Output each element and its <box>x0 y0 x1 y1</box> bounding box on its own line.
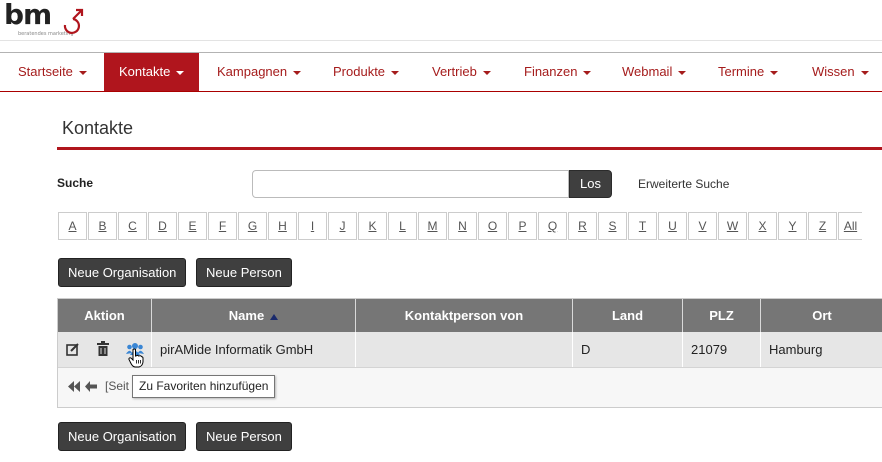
col-header-label: Name <box>228 308 265 323</box>
letter-filter-e[interactable]: E <box>178 212 207 240</box>
nav-label: Startseite <box>18 64 73 79</box>
title-divider <box>57 147 882 150</box>
nav-label: Produkte <box>333 64 386 79</box>
cell-zip: 21079 <box>683 332 761 367</box>
letter-filter-j[interactable]: J <box>328 212 357 240</box>
letter-filter-w[interactable]: W <box>718 212 747 240</box>
nav-produkte[interactable]: Produkte <box>333 53 400 91</box>
letter-filter-i[interactable]: I <box>298 212 327 240</box>
caret-down-icon <box>770 70 779 75</box>
letter-filter-n[interactable]: N <box>448 212 477 240</box>
nav-wissen[interactable]: Wissen <box>812 53 869 91</box>
pager-label: [Seit <box>105 379 130 393</box>
advanced-search-link[interactable]: Erweiterte Suche <box>638 177 729 191</box>
nav-kampagnen[interactable]: Kampagnen <box>217 53 302 91</box>
new-organization-button[interactable]: Neue Organisation <box>58 258 187 287</box>
new-person-button[interactable]: Neue Person <box>196 258 292 287</box>
letter-filter-b[interactable]: B <box>88 212 117 240</box>
letter-filter-x[interactable]: X <box>748 212 777 240</box>
new-person-button-bottom[interactable]: Neue Person <box>196 422 292 451</box>
caret-down-icon <box>78 70 87 75</box>
col-header-contact-of[interactable]: Kontaktperson von <box>356 299 573 332</box>
first-page-icon[interactable] <box>68 381 80 392</box>
letter-filter-l[interactable]: L <box>388 212 417 240</box>
alphabet-filter: A B C D E F G H I J K L M N O P Q R S T … <box>58 212 863 240</box>
logo-text: bm <box>4 0 52 31</box>
edit-icon[interactable] <box>66 342 80 356</box>
nav-kontakte[interactable]: Kontakte <box>104 53 200 91</box>
cell-contact-of <box>356 332 573 367</box>
hand-cursor-icon <box>128 348 144 368</box>
previous-page-icon[interactable] <box>85 381 97 392</box>
nav-label: Vertrieb <box>432 64 477 79</box>
nav-finanzen[interactable]: Finanzen <box>524 53 592 91</box>
letter-filter-v[interactable]: V <box>688 212 717 240</box>
letter-filter-s[interactable]: S <box>598 212 627 240</box>
nav-vertrieb[interactable]: Vertrieb <box>432 53 491 91</box>
cell-name[interactable]: pirAMide Informatik GmbH <box>152 332 356 367</box>
nav-webmail[interactable]: Webmail <box>622 53 687 91</box>
letter-filter-r[interactable]: R <box>568 212 597 240</box>
table-header: Aktion Name Kontaktperson von Land PLZ O… <box>58 299 882 332</box>
search-input[interactable] <box>252 170 569 198</box>
letter-filter-y[interactable]: Y <box>778 212 807 240</box>
trash-icon[interactable] <box>97 341 109 356</box>
col-header-label: PLZ <box>709 308 734 323</box>
letter-filter-f[interactable]: F <box>208 212 237 240</box>
caret-down-icon <box>176 70 185 75</box>
sort-ascending-icon <box>270 313 279 320</box>
nav-label: Kampagnen <box>217 64 288 79</box>
letter-filter-all[interactable]: All <box>838 212 862 240</box>
brand-logo[interactable]: bm beratendes marketing <box>2 0 92 38</box>
letter-filter-k[interactable]: K <box>358 212 387 240</box>
letter-filter-o[interactable]: O <box>478 212 507 240</box>
col-header-label: Aktion <box>84 308 125 323</box>
table-row: pirAMide Informatik GmbH D 21079 Hamburg <box>58 332 882 368</box>
col-header-zip[interactable]: PLZ <box>683 299 761 332</box>
col-header-label: Kontaktperson von <box>404 308 524 323</box>
caret-down-icon <box>583 70 592 75</box>
caret-down-icon <box>293 70 302 75</box>
caret-down-icon <box>678 70 687 75</box>
cell-country: D <box>573 332 683 367</box>
nav-label: Kontakte <box>119 64 171 79</box>
col-header-name[interactable]: Name <box>152 299 356 332</box>
favorite-tooltip: Zu Favoriten hinzufügen <box>132 375 276 398</box>
letter-filter-u[interactable]: U <box>658 212 687 240</box>
search-label: Suche <box>57 176 94 190</box>
letter-filter-c[interactable]: C <box>118 212 147 240</box>
col-header-action: Aktion <box>58 299 152 332</box>
col-header-label: Ort <box>812 308 832 323</box>
caret-down-icon <box>482 70 491 75</box>
header-divider <box>0 40 882 41</box>
letter-filter-q[interactable]: Q <box>538 212 567 240</box>
main-navigation: Startseite Kontakte Kampagnen Produkte V… <box>0 52 882 92</box>
col-header-label: Land <box>611 308 644 323</box>
col-header-country[interactable]: Land <box>573 299 683 332</box>
new-organization-button-bottom[interactable]: Neue Organisation <box>58 422 187 451</box>
logo-mark-icon <box>63 8 84 34</box>
letter-filter-d[interactable]: D <box>148 212 177 240</box>
caret-down-icon <box>391 70 400 75</box>
letter-filter-a[interactable]: A <box>58 212 87 240</box>
cell-city: Hamburg <box>769 342 823 357</box>
col-header-city[interactable]: Ort <box>761 299 882 332</box>
letter-filter-z[interactable]: Z <box>808 212 837 240</box>
page-title: Kontakte <box>62 118 134 138</box>
nav-startseite[interactable]: Startseite <box>18 53 87 91</box>
nav-label: Webmail <box>622 64 673 79</box>
caret-down-icon <box>860 70 869 75</box>
nav-label: Finanzen <box>524 64 578 79</box>
row-actions-cell <box>58 332 152 368</box>
nav-label: Termine <box>718 64 765 79</box>
letter-filter-p[interactable]: P <box>508 212 537 240</box>
letter-filter-h[interactable]: H <box>268 212 297 240</box>
search-button[interactable]: Los <box>569 170 612 198</box>
letter-filter-g[interactable]: G <box>238 212 267 240</box>
nav-label: Wissen <box>812 64 855 79</box>
letter-filter-t[interactable]: T <box>628 212 657 240</box>
nav-termine[interactable]: Termine <box>718 53 779 91</box>
letter-filter-m[interactable]: M <box>418 212 447 240</box>
